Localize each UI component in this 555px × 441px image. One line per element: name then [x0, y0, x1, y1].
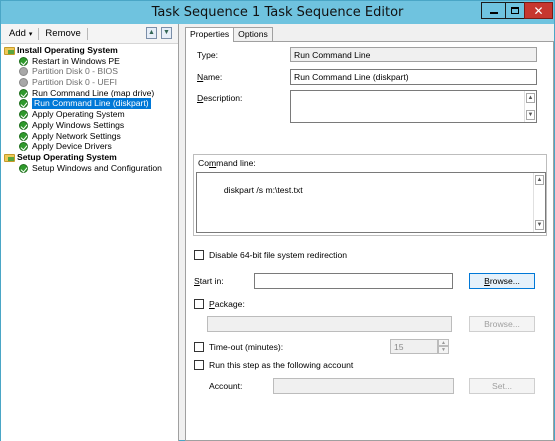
check-icon [19, 120, 28, 130]
tree-item[interactable]: Apply Windows Settings [1, 120, 178, 131]
add-label: Add [9, 28, 26, 39]
command-line-value: diskpart /s m:\test.txt [223, 185, 303, 195]
chevron-down-icon: ▾ [28, 30, 33, 38]
tree-item[interactable]: Install Operating System [1, 45, 178, 56]
account-field [273, 378, 454, 394]
description-scrollbar[interactable]: ▲ ▼ [524, 91, 536, 122]
tree-item-label: Run Command Line (diskpart) [31, 97, 152, 111]
timeout-checkbox[interactable] [194, 342, 204, 352]
tab-properties[interactable]: Properties [185, 27, 235, 42]
account-label: Account: [209, 381, 243, 391]
tree-item[interactable]: Partition Disk 0 - UEFI [1, 77, 178, 88]
check-icon [19, 99, 28, 109]
scroll-up-icon[interactable]: ▲ [535, 175, 544, 185]
move-down-icon[interactable]: ▼ [161, 27, 172, 39]
maximize-icon [511, 7, 519, 14]
spin-up-icon: ▲ [438, 339, 449, 346]
tree-item-label: Setup Windows and Configuration [32, 162, 162, 173]
command-line-field[interactable]: diskpart /s m:\test.txt ▲ ▼ [196, 172, 546, 233]
minimize-icon [489, 12, 498, 14]
check-icon [19, 131, 28, 141]
tree-item-label: Partition Disk 0 - UEFI [32, 77, 118, 88]
scroll-down-icon[interactable]: ▼ [535, 220, 544, 230]
task-sequence-tree: Install Operating System Restart in Windo… [1, 45, 178, 173]
start-in-field[interactable] [254, 273, 453, 289]
move-up-icon[interactable]: ▲ [146, 27, 157, 39]
tree-item-label: Apply Operating System [32, 109, 125, 120]
check-icon [19, 56, 28, 66]
tree-item[interactable]: Setup Operating System [1, 152, 178, 163]
folder-icon [4, 47, 15, 55]
close-button[interactable]: ✕ [524, 2, 553, 19]
tree-item-label: Run Command Line (map drive) [32, 87, 155, 98]
tree-item-label: Partition Disk 0 - BIOS [32, 66, 118, 77]
toolbar-divider [86, 27, 88, 40]
start-in-label: Start in: [194, 276, 224, 286]
tree-item[interactable]: Apply Device Drivers [1, 141, 178, 152]
tree-item[interactable]: Partition Disk 0 - BIOS [1, 66, 178, 77]
command-line-group: Command line: diskpart /s m:\test.txt ▲ … [193, 154, 547, 236]
command-line-label: Command line: [198, 158, 256, 168]
toolbar-divider [38, 27, 40, 40]
tree-item-label: Restart in Windows PE [32, 55, 120, 66]
type-label: Type: [197, 50, 219, 60]
run-as-checkbox[interactable] [194, 360, 204, 370]
tree-item-label: Apply Device Drivers [32, 141, 112, 152]
tab-strip: Properties Options [185, 27, 273, 42]
check-icon [19, 110, 28, 120]
tree-item[interactable]: Restart in Windows PE [1, 56, 178, 67]
disabled-icon [19, 78, 28, 88]
set-account-button: Set... [469, 378, 535, 394]
folder-icon [4, 153, 15, 162]
tree-item-label: Install Operating System [17, 45, 118, 55]
description-field[interactable]: ▲ ▼ [290, 90, 537, 123]
title-bar: Task Sequence 1 Task Sequence Editor ✕ [1, 1, 554, 24]
check-icon [19, 163, 28, 173]
tree-item-label: Setup Operating System [17, 151, 117, 162]
window-title: Task Sequence 1 Task Sequence Editor [151, 5, 404, 20]
minimize-button[interactable] [481, 2, 506, 19]
browse-button[interactable]: Browse... [469, 273, 535, 289]
check-icon [19, 88, 28, 98]
maximize-button[interactable] [505, 2, 525, 19]
tree-toolbar: Add ▾ Remove ▲ ▼ [1, 24, 178, 44]
package-label: Package: [209, 299, 245, 309]
properties-area: Properties Options Type: Run Command Lin… [181, 24, 555, 441]
scroll-down-icon[interactable]: ▼ [526, 110, 535, 120]
disabled-icon [19, 67, 28, 77]
remove-button[interactable]: Remove [45, 28, 80, 39]
properties-pane: Type: Run Command Line Name: Run Command… [185, 41, 554, 441]
add-menu-button[interactable]: Add ▾ [9, 28, 32, 39]
name-field[interactable]: Run Command Line (diskpart) [290, 69, 537, 85]
type-field: Run Command Line [290, 47, 537, 62]
disable-redirection-checkbox[interactable] [194, 250, 204, 260]
tab-options[interactable]: Options [233, 27, 273, 41]
command-line-scrollbar[interactable]: ▲ ▼ [533, 173, 545, 232]
disable-redirection-label: Disable 64-bit file system redirection [209, 250, 348, 260]
timeout-field: 15 [390, 339, 438, 354]
tree-item[interactable]: Apply Operating System [1, 109, 178, 120]
description-label: Description: [197, 93, 243, 103]
run-as-label: Run this step as the following account [209, 360, 354, 370]
check-icon [19, 142, 28, 152]
task-sequence-panel: Add ▾ Remove ▲ ▼ Install Operating Syste… [1, 24, 179, 441]
tree-item[interactable]: Run Command Line (diskpart) [1, 97, 178, 111]
package-checkbox[interactable] [194, 299, 204, 309]
tree-item[interactable]: Run Command Line (map drive) [1, 88, 178, 99]
scroll-up-icon[interactable]: ▲ [526, 93, 535, 103]
task-sequence-editor-window: Task Sequence 1 Task Sequence Editor ✕ A… [0, 0, 555, 441]
timeout-label: Time-out (minutes): [209, 342, 284, 352]
name-label: Name: [197, 72, 223, 82]
tree-item-label: Apply Network Settings [32, 130, 121, 141]
package-browse-button: Browse... [469, 316, 535, 332]
spin-down-icon: ▼ [438, 346, 449, 354]
tree-item-label: Apply Windows Settings [32, 119, 125, 130]
close-icon: ✕ [533, 3, 544, 18]
tree-item[interactable]: Apply Network Settings [1, 131, 178, 142]
package-field [207, 316, 452, 332]
tree-item[interactable]: Setup Windows and Configuration [1, 163, 178, 174]
